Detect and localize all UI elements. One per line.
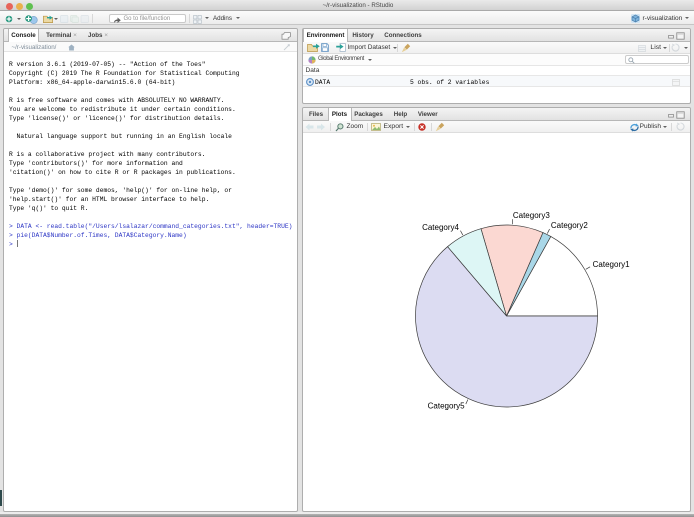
svg-text:Category1: Category1 bbox=[593, 260, 630, 269]
svg-text:Category3: Category3 bbox=[513, 211, 550, 220]
svg-text:Category5: Category5 bbox=[428, 402, 465, 411]
svg-text:Category4: Category4 bbox=[422, 223, 459, 232]
svg-text:Category2: Category2 bbox=[551, 221, 588, 230]
